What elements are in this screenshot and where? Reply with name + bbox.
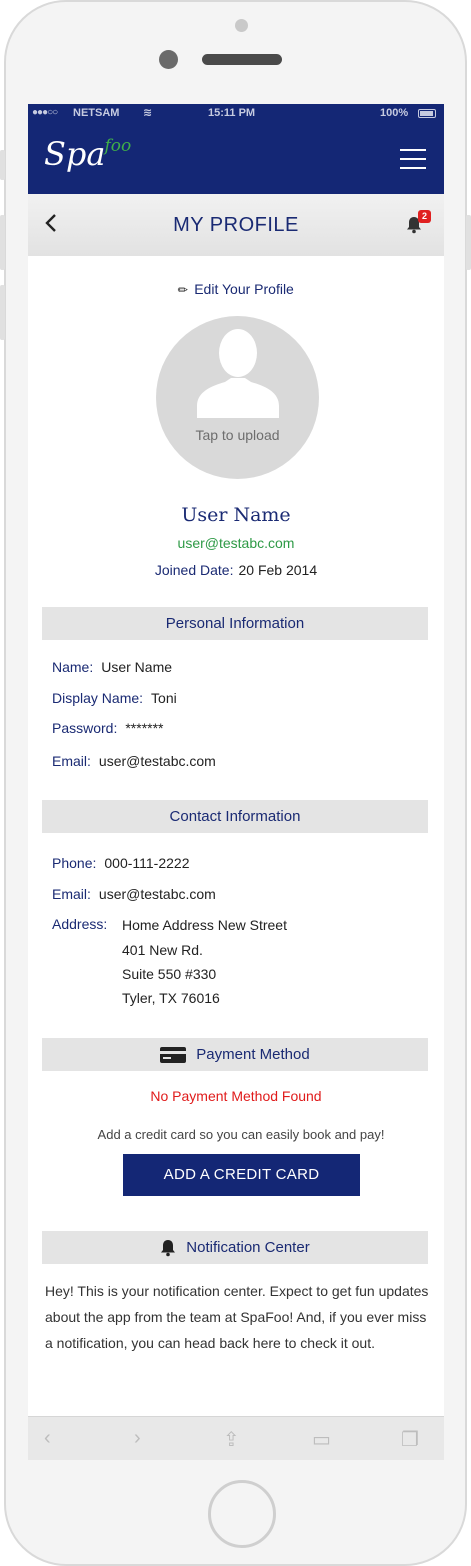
notification-count-badge: 2 <box>418 210 431 223</box>
address-line: Suite 550 #330 <box>122 966 217 982</box>
address-label: Address: <box>52 916 108 932</box>
logo-accent-text: foo <box>104 136 132 156</box>
home-button[interactable] <box>208 1480 276 1548</box>
address-line: 401 New Rd. <box>122 942 203 958</box>
name-label: Name: <box>52 659 94 675</box>
address-label-row: Address: <box>52 916 115 932</box>
browser-forward-icon[interactable]: › <box>134 1427 141 1450</box>
spafoo-logo[interactable]: Spafoo <box>44 135 131 173</box>
edit-profile-label: Edit Your Profile <box>194 281 294 297</box>
notification-center-text: Hey! This is your notification center. E… <box>45 1283 429 1351</box>
contact-email-label: Email: <box>52 886 91 902</box>
user-silhouette-icon <box>197 329 279 418</box>
tabs-icon[interactable]: ❐ <box>401 1427 419 1452</box>
joined-date-label: Joined Date: <box>154 562 234 578</box>
signal-strength: ●●●○○ <box>32 107 58 118</box>
phone-label: Phone: <box>52 855 97 871</box>
display-name-row: Display Name: Toni <box>52 690 177 706</box>
joined-date: Joined Date: 20 Feb 2014 <box>28 562 444 578</box>
password-label: Password: <box>52 720 118 736</box>
display-name-label: Display Name: <box>52 690 144 706</box>
clock: 15:11 PM <box>208 107 256 119</box>
front-sensor <box>235 19 248 32</box>
avatar-upload-hint: Tap to upload <box>195 427 280 443</box>
display-name-value: Toni <box>151 690 177 706</box>
contact-email-row: Email: user@testabc.com <box>52 886 216 902</box>
password-row: Password: ******* <box>52 720 164 736</box>
browser-toolbar: ‹ › ⇪ ▭ ❐ <box>28 1416 444 1460</box>
phone-row: Phone: 000-111-2222 <box>52 855 189 871</box>
pencil-icon: ✎ <box>174 281 192 299</box>
battery-percent: 100% <box>380 107 409 119</box>
bell-icon <box>161 1240 176 1257</box>
profile-email: user@testabc.com <box>177 535 295 551</box>
contact-email-value: user@testabc.com <box>98 886 216 902</box>
no-payment-message: No Payment Method Found <box>150 1088 322 1104</box>
add-card-hint: Add a credit card so you can easily book… <box>97 1127 385 1142</box>
personal-info-header: Personal Information <box>42 607 428 640</box>
contact-info-header: Contact Information <box>42 800 428 833</box>
notification-center-title: Notification Center <box>186 1239 310 1256</box>
profile-name: User Name <box>181 504 291 526</box>
carrier-name: NETSAM <box>73 107 120 119</box>
personal-info-title: Personal Information <box>165 615 305 632</box>
personal-email-value: user@testabc.com <box>98 753 216 769</box>
hamburger-menu-icon[interactable] <box>400 149 426 169</box>
app-screen: ●●●○○ NETSAM ≋ 15:11 PM 100% Spafoo MY P… <box>28 104 444 1460</box>
earpiece-speaker <box>202 54 282 65</box>
mute-switch <box>0 150 5 180</box>
edit-profile-link[interactable]: ✎ Edit Your Profile <box>28 281 444 299</box>
credit-card-icon <box>160 1047 187 1064</box>
battery-icon <box>418 109 436 118</box>
password-value: ******* <box>125 720 164 736</box>
app-header: Spafoo <box>28 123 444 194</box>
payment-method-header: Payment Method <box>42 1038 428 1071</box>
address-line: Tyler, TX 76016 <box>122 990 220 1006</box>
bookmarks-icon[interactable]: ▭ <box>312 1427 331 1452</box>
address-line: Home Address New Street <box>122 917 287 933</box>
avatar-upload[interactable]: Tap to upload <box>156 316 319 479</box>
joined-date-value: 20 Feb 2014 <box>238 562 318 578</box>
volume-up-button <box>0 215 5 270</box>
payment-method-title: Payment Method <box>196 1046 310 1063</box>
browser-back-icon[interactable]: ‹ <box>44 1427 51 1450</box>
page-title: MY PROFILE <box>173 214 299 236</box>
wifi-icon: ≋ <box>143 107 153 119</box>
notifications-button[interactable]: 2 <box>406 210 431 239</box>
contact-info-title: Contact Information <box>169 808 301 825</box>
front-camera <box>159 50 178 69</box>
personal-email-row: Email: user@testabc.com <box>52 753 216 769</box>
name-value: User Name <box>101 659 173 675</box>
personal-name-row: Name: User Name <box>52 659 172 675</box>
status-bar: ●●●○○ NETSAM ≋ 15:11 PM 100% <box>28 104 444 123</box>
title-bar: MY PROFILE 2 <box>28 194 444 256</box>
volume-down-button <box>0 285 5 340</box>
power-button <box>466 215 471 270</box>
notification-center-header: Notification Center <box>42 1231 428 1264</box>
share-icon[interactable]: ⇪ <box>223 1427 240 1452</box>
logo-main-text: Spa <box>44 135 106 173</box>
phone-value: 000-111-2222 <box>104 855 190 871</box>
add-credit-card-button[interactable]: ADD A CREDIT CARD <box>123 1154 360 1196</box>
personal-email-label: Email: <box>52 753 91 769</box>
